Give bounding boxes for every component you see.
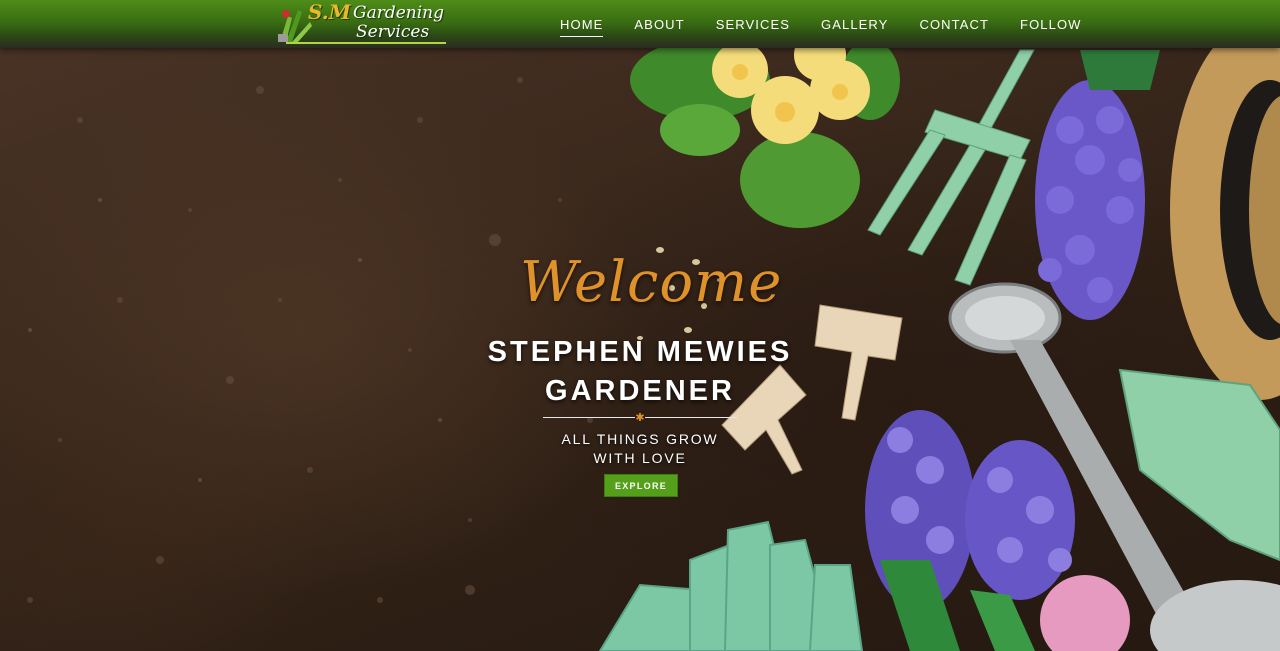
- divider-line-right: [645, 417, 737, 418]
- nav-gallery[interactable]: GALLERY: [821, 15, 888, 34]
- hero-role: GARDENER: [545, 375, 735, 407]
- garden-scene-illustration: [27, 20, 1280, 651]
- site-logo[interactable]: S.M Gardening Services: [276, 0, 448, 46]
- tagline-line1: ALL THINGS GROW: [561, 431, 719, 447]
- nav-services[interactable]: SERVICES: [716, 15, 790, 34]
- main-nav: HOME ABOUT SERVICES GALLERY CONTACT FOLL…: [560, 0, 1113, 48]
- hero-tagline: ALL THINGS GROW WITH LOVE: [400, 430, 880, 468]
- welcome-heading: Welcome: [520, 250, 783, 315]
- top-navigation-bar: S.M Gardening Services HOME ABOUT SERVIC…: [0, 0, 1280, 48]
- tagline-line2: WITH LOVE: [593, 450, 687, 466]
- divider-line-left: [543, 417, 635, 418]
- nav-contact[interactable]: CONTACT: [919, 15, 989, 34]
- nav-home[interactable]: HOME: [560, 15, 604, 37]
- explore-button[interactable]: EXPLORE: [604, 474, 678, 497]
- hero-divider: ✱: [543, 411, 737, 424]
- logo-underline: [286, 42, 446, 44]
- logo-text-line2: Services: [356, 22, 430, 42]
- logo-initials: S.M: [308, 0, 351, 24]
- hero-name: STEPHEN MEWIES: [487, 336, 793, 368]
- nav-about[interactable]: ABOUT: [634, 15, 684, 34]
- hero-background: [0, 0, 1280, 651]
- logo-text-line1: Gardening: [353, 3, 445, 23]
- star-icon: ✱: [635, 411, 645, 424]
- nav-follow[interactable]: FOLLOW: [1020, 15, 1082, 34]
